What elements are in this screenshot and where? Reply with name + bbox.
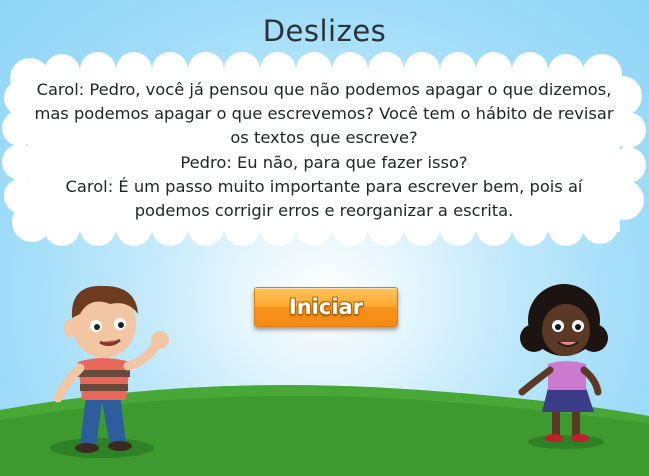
pedro-character (50, 285, 169, 458)
dialog-line: Carol: Pedro, você já pensou que não pod… (36, 80, 612, 99)
carol-character (518, 284, 608, 449)
dialog-line: os textos que escreve? (230, 128, 418, 148)
dialog-text: Carol: Pedro, você já pensou que não pod… (24, 78, 624, 223)
dialog-line: podemos corrigir erros e reorganizar a e… (134, 201, 514, 221)
dialog-line: mas podemos apagar o que escrevemos? Voc… (34, 104, 614, 124)
start-button[interactable]: Iniciar (254, 287, 398, 327)
dialog-line: Carol: É um passo muito importante para … (65, 176, 583, 196)
dialog-line: Pedro: Eu não, para que fazer isso? (180, 152, 468, 172)
